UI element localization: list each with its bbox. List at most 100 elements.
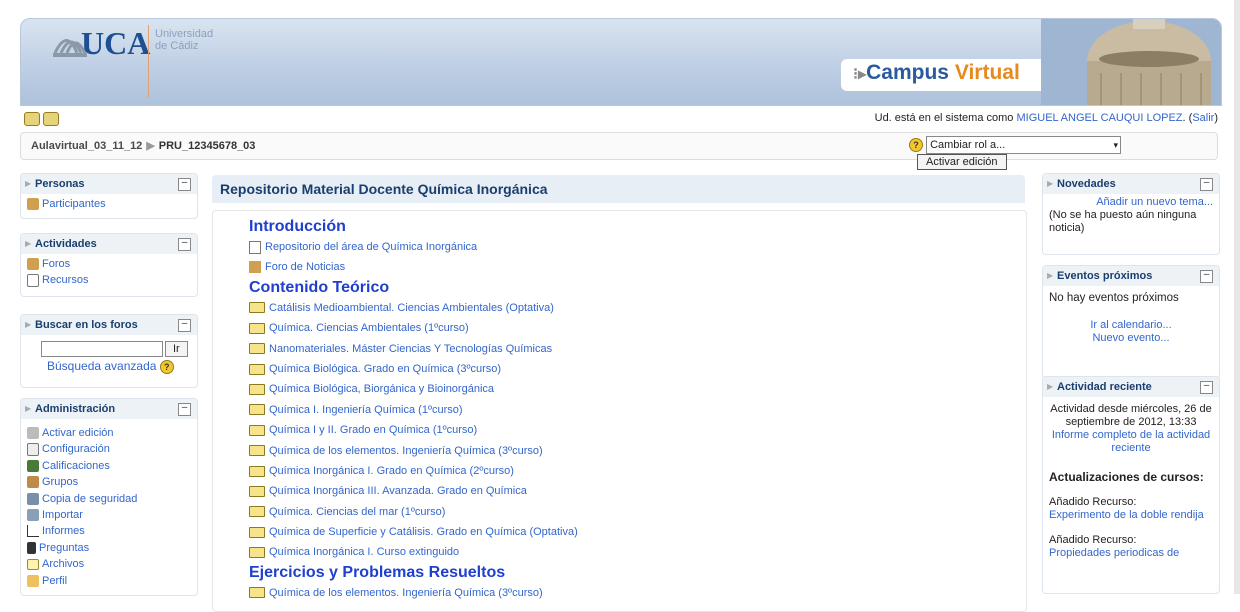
collapse-triangle-icon: ▶ bbox=[25, 239, 32, 248]
folder-icon bbox=[249, 485, 265, 497]
glasses-alt-icon[interactable] bbox=[43, 112, 59, 126]
import-icon bbox=[27, 509, 39, 522]
minimize-icon[interactable]: – bbox=[178, 238, 191, 251]
item-label: Perfil bbox=[42, 574, 68, 587]
block-administracion: ▶ Administración – Activar edición Configu… bbox=[20, 398, 198, 596]
folder-icon bbox=[249, 404, 265, 416]
forum-icon bbox=[249, 261, 261, 274]
resource-link[interactable]: Química de los elementos. Ingeniería Quí… bbox=[249, 441, 578, 461]
minimize-icon[interactable]: – bbox=[1200, 381, 1213, 394]
resource-link[interactable]: Química I. Ingeniería Química (1ºcurso) bbox=[249, 400, 578, 420]
resource-link[interactable]: Química Inorgánica III. Avanzada. Grado … bbox=[249, 481, 578, 501]
activate-edit-button[interactable]: Activar edición bbox=[917, 154, 1007, 170]
block-title: Personas bbox=[35, 178, 85, 190]
minimize-icon[interactable]: – bbox=[178, 319, 191, 332]
site-header: UCA Universidad de Cádiz ⁝▸Campus Virtua… bbox=[20, 18, 1222, 106]
new-event-row: Nuevo evento... bbox=[1049, 332, 1213, 345]
resource-link[interactable]: Nanomateriales. Máster Ciencias Y Tecnol… bbox=[249, 339, 578, 359]
no-news-text: (No se ha puesto aún ninguna noticia) bbox=[1049, 209, 1197, 234]
resource-label: Química I. Ingeniería Química (1ºcurso) bbox=[269, 403, 463, 416]
breadcrumb: Aulavirtual_03_11_12 ▶ PRU_12345678_03 ? C… bbox=[20, 132, 1218, 170]
folder-icon bbox=[27, 558, 39, 570]
minimize-icon[interactable]: – bbox=[1200, 270, 1213, 283]
admin-item-informes[interactable]: Informes bbox=[27, 523, 191, 539]
user-link[interactable]: MIGUEL ANGEL CAUQUI LOPEZ bbox=[1016, 112, 1182, 124]
add-topic-link[interactable]: Añadir un nuevo tema... bbox=[1096, 196, 1213, 208]
sidebar-item-foros[interactable]: Foros bbox=[27, 256, 191, 272]
help-icon[interactable]: ? bbox=[909, 138, 923, 152]
grades-icon bbox=[27, 459, 39, 472]
page-frame: UCA Universidad de Cádiz ⁝▸Campus Virtua… bbox=[20, 18, 1222, 612]
admin-item-preguntas[interactable]: Preguntas bbox=[27, 540, 191, 556]
folder-icon bbox=[249, 587, 265, 599]
logout-link[interactable]: Salir bbox=[1192, 112, 1214, 124]
full-report-row: Informe completo de la actividad recient… bbox=[1049, 429, 1213, 455]
forum-search-input[interactable] bbox=[41, 341, 163, 357]
logo-subtitle: Universidad de Cádiz bbox=[155, 28, 213, 52]
course-updates-heading: Actualizaciones de cursos: bbox=[1049, 470, 1204, 484]
questions-icon bbox=[27, 541, 36, 554]
admin-item-activar-edicion[interactable]: Activar edición bbox=[27, 425, 191, 441]
admin-item-importar[interactable]: Importar bbox=[27, 507, 191, 523]
breadcrumb-trail: Aulavirtual_03_11_12 ▶ PRU_12345678_03 bbox=[31, 139, 255, 152]
backup-icon bbox=[27, 492, 39, 505]
block-title: Actividades bbox=[35, 238, 97, 250]
calendar-link[interactable]: Ir al calendario... bbox=[1090, 319, 1171, 331]
block-novedades: ▶ Novedades – Añadir un nuevo tema... (No … bbox=[1042, 173, 1220, 255]
logout-close: ) bbox=[1214, 112, 1218, 124]
new-event-link[interactable]: Nuevo evento... bbox=[1092, 332, 1169, 344]
resource-label: Química. Ciencias del mar (1ºcurso) bbox=[269, 505, 446, 518]
page-scrollbar[interactable] bbox=[1234, 0, 1240, 594]
forum-icon bbox=[27, 258, 39, 271]
full-report-link[interactable]: Informe completo de la actividad recient… bbox=[1052, 429, 1210, 454]
help-icon[interactable]: ? bbox=[159, 359, 174, 374]
update-link[interactable]: Experimento de la doble rendija bbox=[1049, 509, 1213, 522]
resource-link[interactable]: Química. Ciencias del mar (1ºcurso) bbox=[249, 502, 578, 522]
role-select[interactable]: Cambiar rol a... ▾ bbox=[926, 136, 1122, 154]
edit-icon bbox=[27, 427, 39, 440]
resource-link[interactable]: Catálisis Medioambiental. Ciencias Ambie… bbox=[249, 298, 578, 318]
calendar-link-row: Ir al calendario... bbox=[1049, 319, 1213, 332]
resource-link[interactable]: Foro de Noticias bbox=[249, 257, 578, 277]
resource-label: Foro de Noticias bbox=[265, 261, 346, 274]
folder-icon bbox=[249, 547, 265, 559]
item-label: Importar bbox=[42, 508, 83, 521]
item-label: Configuración bbox=[42, 443, 110, 456]
item-label: Preguntas bbox=[39, 541, 90, 554]
resource-label: Química Inorgánica I. Grado en Química (… bbox=[269, 464, 514, 477]
breadcrumb-home-link[interactable]: Aulavirtual_03_11_12 bbox=[31, 140, 142, 152]
resource-link[interactable]: Química Inorgánica I. Curso extinguido bbox=[249, 542, 578, 562]
resource-link[interactable]: Química. Ciencias Ambientales (1ºcurso) bbox=[249, 318, 578, 338]
groups-icon bbox=[27, 476, 39, 489]
admin-item-archivos[interactable]: Archivos bbox=[27, 556, 191, 572]
block-header: ▶ Buscar en los foros – bbox=[21, 315, 197, 335]
reports-icon bbox=[27, 525, 39, 538]
update-link[interactable]: Propiedades periodicas de bbox=[1049, 547, 1213, 560]
resource-link[interactable]: Química Inorgánica I. Grado en Química (… bbox=[249, 461, 578, 481]
admin-item-configuracion[interactable]: Configuración bbox=[27, 441, 191, 457]
resource-label: Química Biológica. Grado en Química (3ºc… bbox=[269, 362, 502, 375]
block-actividad-reciente: ▶ Actividad reciente – Actividad desde mié… bbox=[1042, 376, 1220, 594]
sidebar-item-recursos[interactable]: Recursos bbox=[27, 272, 191, 288]
minimize-icon[interactable]: – bbox=[1200, 178, 1213, 191]
search-go-button[interactable]: Ir bbox=[165, 341, 188, 357]
resource-link[interactable]: Química I y II. Grado en Química (1ºcurs… bbox=[249, 420, 578, 440]
glasses-icon[interactable] bbox=[24, 112, 40, 126]
resource-link[interactable]: Química Biológica, Biorgánica y Bioinorg… bbox=[249, 379, 578, 399]
resource-label: Nanomateriales. Máster Ciencias Y Tecnol… bbox=[269, 342, 553, 355]
minimize-icon[interactable]: – bbox=[178, 403, 191, 416]
admin-item-calificaciones[interactable]: Calificaciones bbox=[27, 458, 191, 474]
sidebar-item-participantes[interactable]: Participantes bbox=[27, 196, 191, 212]
admin-item-grupos[interactable]: Grupos bbox=[27, 474, 191, 490]
resource-link[interactable]: Repositorio del área de Química Inorgáni… bbox=[249, 237, 578, 257]
admin-item-perfil[interactable]: Perfil bbox=[27, 573, 191, 589]
resource-link[interactable]: Química de los elementos. Ingeniería Quí… bbox=[249, 583, 578, 603]
admin-item-copia[interactable]: Copia de seguridad bbox=[27, 491, 191, 507]
resource-link[interactable]: Química de Superficie y Catálisis. Grado… bbox=[249, 522, 578, 542]
section-heading: Contenido Teórico bbox=[249, 278, 390, 296]
users-icon bbox=[27, 198, 39, 211]
minimize-icon[interactable]: – bbox=[178, 178, 191, 191]
logo-sub-line1: Universidad bbox=[155, 28, 214, 40]
resource-link[interactable]: Química Biológica. Grado en Química (3ºc… bbox=[249, 359, 578, 379]
advanced-search-link[interactable]: Búsqueda avanzada bbox=[47, 359, 156, 373]
